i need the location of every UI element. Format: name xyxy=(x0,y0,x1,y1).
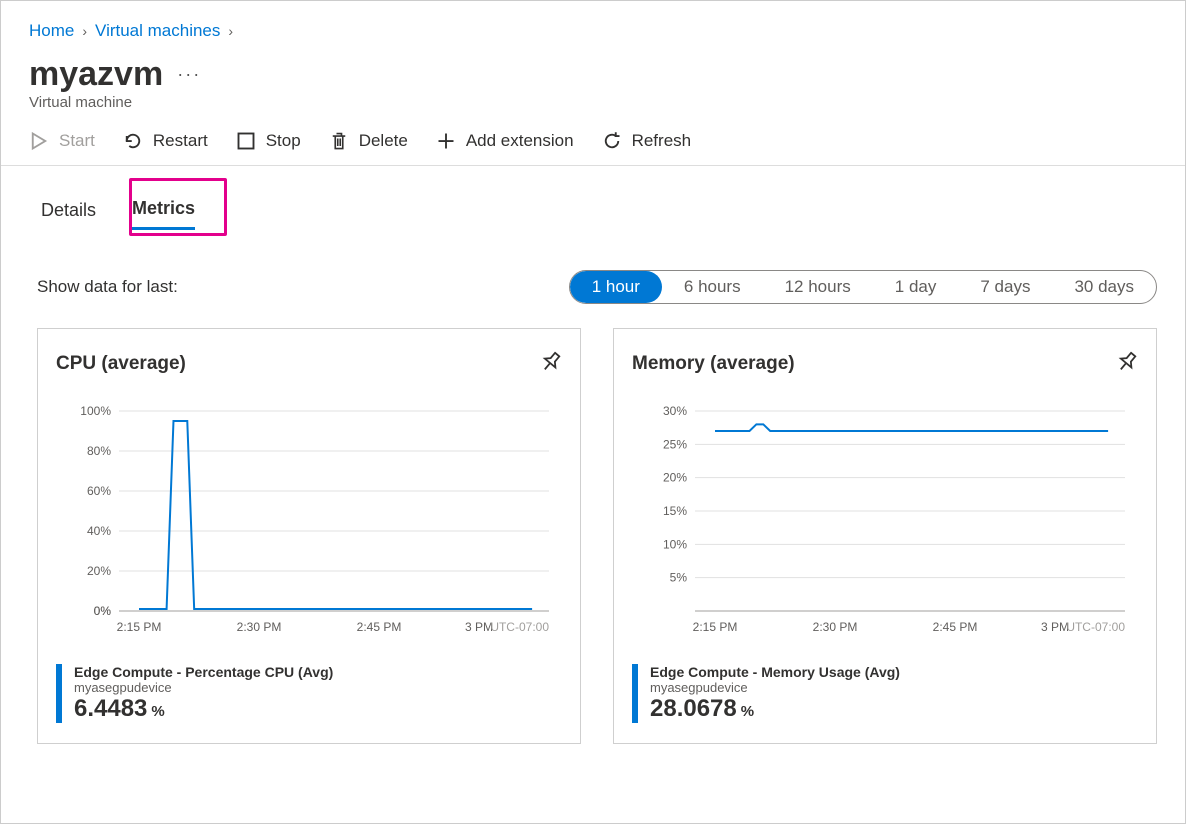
stop-label: Stop xyxy=(266,131,301,151)
memory-legend: Edge Compute - Memory Usage (Avg) myaseg… xyxy=(632,664,1138,723)
svg-text:10%: 10% xyxy=(663,537,687,551)
stop-icon xyxy=(236,131,256,151)
cpu-unit: % xyxy=(151,703,164,720)
svg-text:100%: 100% xyxy=(80,406,111,418)
cpu-legend-title: Edge Compute - Percentage CPU (Avg) xyxy=(74,664,333,680)
refresh-icon xyxy=(602,131,622,151)
add-extension-label: Add extension xyxy=(466,131,574,151)
add-extension-button[interactable]: Add extension xyxy=(436,131,574,151)
restart-button[interactable]: Restart xyxy=(123,131,208,151)
tabs: Details Metrics xyxy=(1,166,1185,230)
tab-metrics[interactable]: Metrics xyxy=(132,190,195,230)
plus-icon xyxy=(436,131,456,151)
cpu-value: 6.4483 xyxy=(74,695,147,723)
delete-label: Delete xyxy=(359,131,408,151)
tab-details[interactable]: Details xyxy=(41,192,96,229)
svg-text:2:30 PM: 2:30 PM xyxy=(813,620,858,634)
memory-unit: % xyxy=(741,703,754,720)
cpu-card: CPU (average) 0%20%40%60%80%100%0%2:15 P… xyxy=(37,328,581,744)
memory-legend-title: Edge Compute - Memory Usage (Avg) xyxy=(650,664,900,680)
breadcrumb-home[interactable]: Home xyxy=(29,21,74,41)
time-pill-1h[interactable]: 1 hour xyxy=(570,271,662,303)
svg-text:2:15 PM: 2:15 PM xyxy=(693,620,738,634)
start-button: Start xyxy=(29,131,95,151)
svg-text:25%: 25% xyxy=(663,437,687,451)
memory-card: Memory (average) 5% 10% 15% 20% 25% 30% 2:15 P… xyxy=(613,328,1157,744)
time-pill-6h[interactable]: 6 hours xyxy=(662,271,763,303)
delete-button[interactable]: Delete xyxy=(329,131,408,151)
more-actions-icon[interactable]: ··· xyxy=(177,64,201,85)
svg-text:60%: 60% xyxy=(87,484,111,498)
svg-text:80%: 80% xyxy=(87,444,111,458)
svg-text:2:45 PM: 2:45 PM xyxy=(357,620,402,634)
svg-text:2:15 PM: 2:15 PM xyxy=(117,620,162,634)
svg-text:5%: 5% xyxy=(670,571,688,585)
time-range-selector: 1 hour 6 hours 12 hours 1 day 7 days 30 … xyxy=(569,270,1157,304)
svg-text:40%: 40% xyxy=(87,524,111,538)
time-pill-7d[interactable]: 7 days xyxy=(958,271,1052,303)
breadcrumb-vms[interactable]: Virtual machines xyxy=(95,21,220,41)
svg-text:20%: 20% xyxy=(663,471,687,485)
refresh-label: Refresh xyxy=(632,131,692,151)
svg-text:20%: 20% xyxy=(87,564,111,578)
svg-text:0%: 0% xyxy=(94,604,112,618)
refresh-button[interactable]: Refresh xyxy=(602,131,692,151)
svg-text:30%: 30% xyxy=(663,406,687,418)
breadcrumb: Home › Virtual machines › xyxy=(1,1,1185,49)
trash-icon xyxy=(329,131,349,151)
svg-text:15%: 15% xyxy=(663,504,687,518)
cpu-chart[interactable]: 0%20%40%60%80%100%0%2:15 PM2:30 PM2:45 P… xyxy=(56,406,562,646)
restart-label: Restart xyxy=(153,131,208,151)
time-pill-1d[interactable]: 1 day xyxy=(873,271,959,303)
memory-legend-sub: myasegpudevice xyxy=(650,680,900,695)
pin-button[interactable] xyxy=(1116,351,1138,376)
svg-text:UTC-07:00: UTC-07:00 xyxy=(490,620,549,634)
pin-icon xyxy=(1112,347,1143,378)
time-filter-label: Show data for last: xyxy=(37,277,178,297)
svg-text:3 PM: 3 PM xyxy=(1041,620,1069,634)
pin-icon xyxy=(536,347,567,378)
page-title: myazvm xyxy=(29,55,163,94)
cpu-legend: Edge Compute - Percentage CPU (Avg) myas… xyxy=(56,664,562,723)
legend-color-bar xyxy=(632,664,638,723)
cpu-legend-sub: myasegpudevice xyxy=(74,680,333,695)
charts-container: CPU (average) 0%20%40%60%80%100%0%2:15 P… xyxy=(1,304,1185,744)
cpu-card-title: CPU (average) xyxy=(56,353,186,375)
stop-button[interactable]: Stop xyxy=(236,131,301,151)
play-icon xyxy=(29,131,49,151)
memory-chart[interactable]: 5% 10% 15% 20% 25% 30% 2:15 PM 2:30 PM 2:45 PM 3 … xyxy=(632,406,1138,646)
page-title-row: myazvm ··· xyxy=(1,49,1185,94)
restart-icon xyxy=(123,131,143,151)
page-subtitle: Virtual machine xyxy=(1,94,1185,125)
svg-text:UTC-07:00: UTC-07:00 xyxy=(1066,620,1125,634)
svg-text:2:30 PM: 2:30 PM xyxy=(237,620,282,634)
memory-card-title: Memory (average) xyxy=(632,353,795,375)
start-label: Start xyxy=(59,131,95,151)
time-filter-row: Show data for last: 1 hour 6 hours 12 ho… xyxy=(1,230,1185,304)
legend-color-bar xyxy=(56,664,62,723)
svg-text:2:45 PM: 2:45 PM xyxy=(933,620,978,634)
chevron-right-icon: › xyxy=(228,23,233,39)
pin-button[interactable] xyxy=(540,351,562,376)
memory-value: 28.0678 xyxy=(650,695,737,723)
svg-text:3 PM: 3 PM xyxy=(465,620,493,634)
time-pill-12h[interactable]: 12 hours xyxy=(763,271,873,303)
time-pill-30d[interactable]: 30 days xyxy=(1052,271,1156,303)
chevron-right-icon: › xyxy=(82,23,87,39)
toolbar: Start Restart Stop Delete Add extension … xyxy=(1,125,1185,166)
